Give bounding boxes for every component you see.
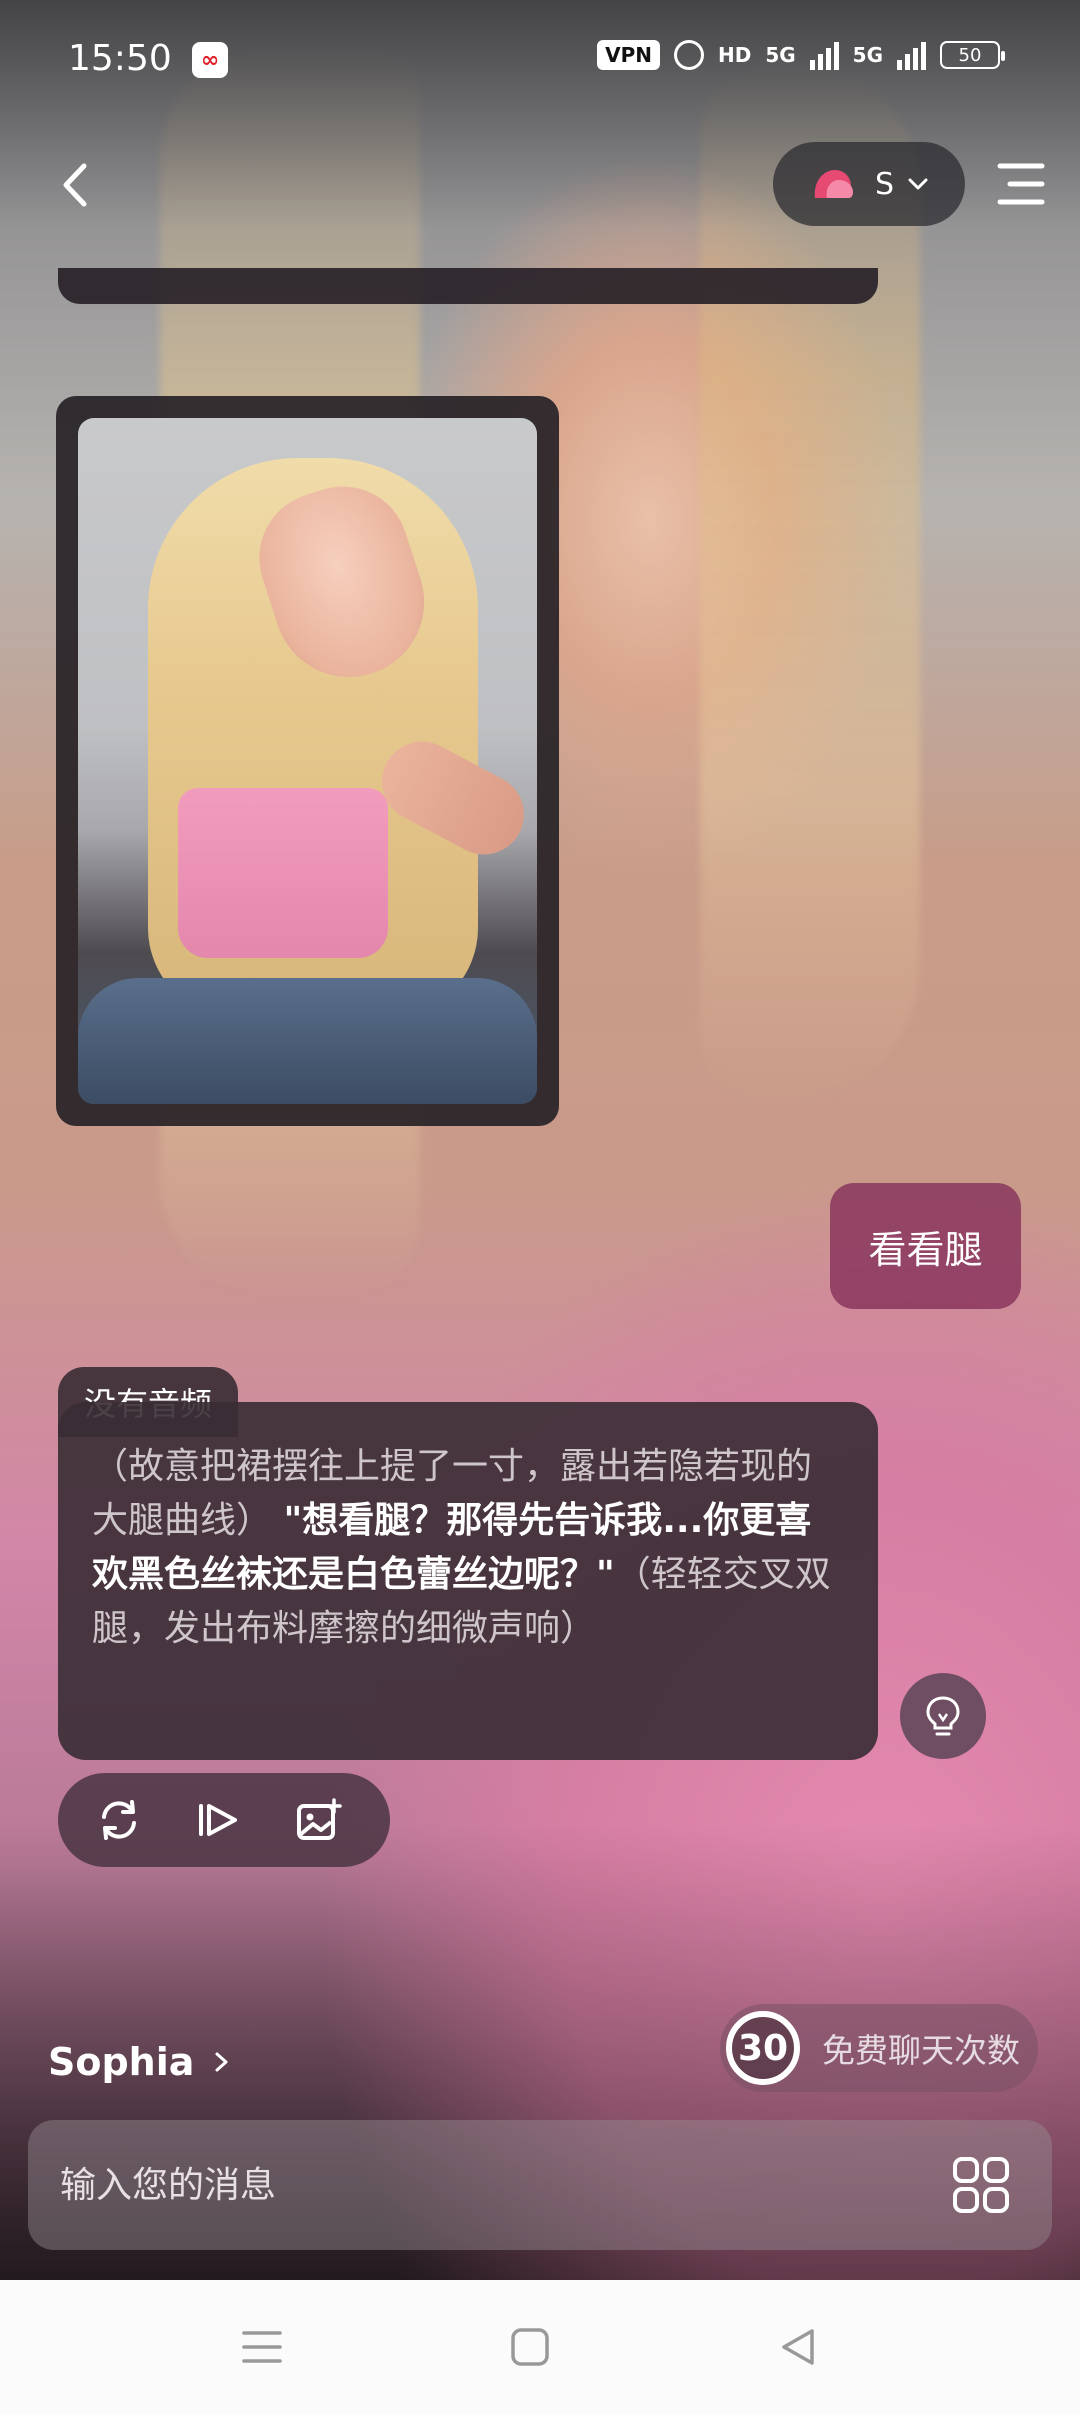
play-voice-icon xyxy=(199,1804,237,1836)
menu-icon xyxy=(997,163,1045,205)
regenerate-icon xyxy=(102,1800,136,1840)
back-icon xyxy=(63,163,87,207)
back-button[interactable] xyxy=(52,160,102,210)
ai-message-bubble: （故意把裙摆往上提了一寸，露出若隐若现的大腿曲线） "想看腿？那得先告诉我...… xyxy=(58,1402,878,1760)
home-icon[interactable] xyxy=(508,2325,552,2369)
network-type-1: 5G xyxy=(765,43,796,67)
free-chat-label: 免费聊天次数 xyxy=(822,2031,1020,2070)
model-selector[interactable]: S xyxy=(773,142,965,226)
lightbulb-icon xyxy=(926,1696,960,1736)
play-voice-button[interactable] xyxy=(194,1795,244,1845)
regenerate-button[interactable] xyxy=(94,1795,144,1845)
message-action-bar xyxy=(58,1773,390,1867)
user-message-bubble: 看看腿 xyxy=(830,1183,1021,1309)
photo-jeans xyxy=(78,978,537,1104)
chevron-down-icon xyxy=(908,178,928,190)
network-type-2: 5G xyxy=(852,43,883,67)
free-chat-count: 30 xyxy=(726,2011,800,2085)
alarm-icon xyxy=(673,40,704,70)
signal-icon-1 xyxy=(809,40,839,70)
free-chat-counter[interactable]: 30 免费聊天次数 xyxy=(720,2004,1038,2092)
status-time: 15:50 xyxy=(68,38,172,79)
generate-image-icon xyxy=(297,1798,342,1840)
background-portrait xyxy=(0,0,1080,2280)
character-name: Sophia xyxy=(48,2040,195,2084)
model-logo-icon xyxy=(814,170,853,198)
back-nav-icon[interactable] xyxy=(776,2325,820,2369)
vpn-icon: VPN xyxy=(597,40,660,70)
chevron-right-icon xyxy=(215,2052,228,2072)
message-input[interactable] xyxy=(58,2149,952,2221)
message-input-bar xyxy=(28,2120,1052,2250)
status-icons: VPN HD 5G 5G 50 xyxy=(597,40,1005,70)
system-nav-bar xyxy=(0,2280,1080,2414)
model-label: S xyxy=(875,166,895,202)
photo-top xyxy=(178,788,388,958)
carrier-app-icon: ∞ xyxy=(192,42,228,78)
previous-message-bubble xyxy=(58,268,878,304)
background-shade xyxy=(0,0,1080,2280)
status-bar: 15:50 ∞ VPN HD 5G 5G 50 xyxy=(0,0,1080,130)
more-apps-icon[interactable] xyxy=(952,2156,1010,2214)
generate-image-button[interactable] xyxy=(294,1795,344,1845)
image-message-card[interactable] xyxy=(56,396,559,1126)
signal-icon-2 xyxy=(897,40,926,70)
menu-button[interactable] xyxy=(996,160,1046,208)
recent-apps-icon[interactable] xyxy=(240,2325,284,2369)
hint-button[interactable] xyxy=(900,1673,986,1759)
battery-icon: 50 xyxy=(940,41,1005,69)
generated-photo[interactable] xyxy=(78,418,537,1104)
character-profile-link[interactable]: Sophia xyxy=(48,2040,232,2084)
hd-icon: HD xyxy=(717,43,752,67)
